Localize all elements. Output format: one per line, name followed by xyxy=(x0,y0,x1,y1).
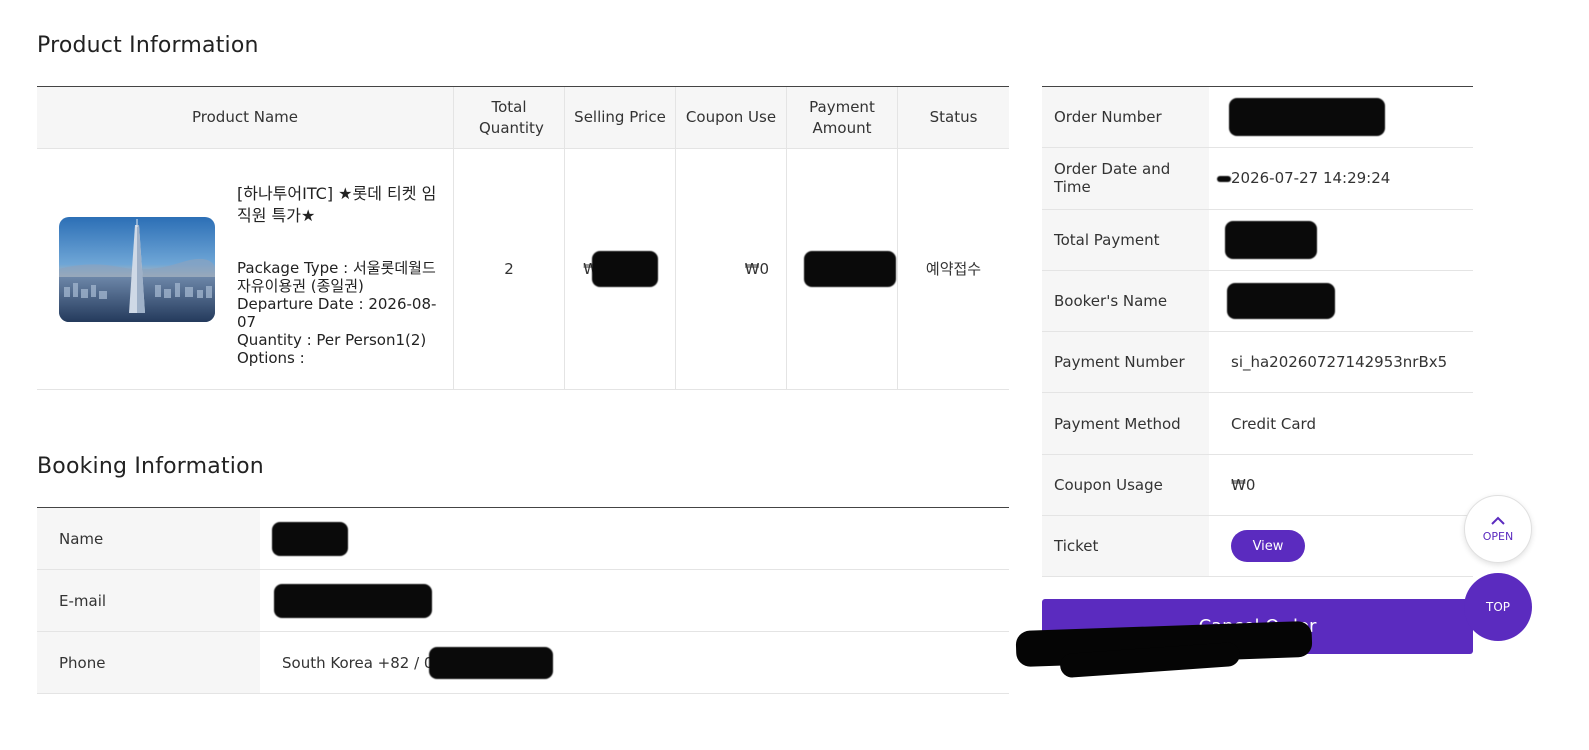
booking-label-name: Name xyxy=(37,508,260,569)
total-quantity-value: 2 xyxy=(453,149,564,389)
redacted-phone xyxy=(429,646,554,679)
product-table-header: Product Name Total Quantity Selling Pric… xyxy=(37,87,1009,149)
order-label-number: Order Number xyxy=(1042,87,1209,148)
product-details: Package Type : 서울롯데월드 자유이용권 (종일권) Depart… xyxy=(237,259,437,367)
booking-label-phone: Phone xyxy=(37,632,260,693)
package-type: Package Type : 서울롯데월드 자유이용권 (종일권) xyxy=(237,259,436,295)
order-label-total-payment: Total Payment xyxy=(1042,209,1209,270)
lotte-tower-image xyxy=(59,217,215,322)
redacted-order-number xyxy=(1229,98,1385,137)
product-name-cell: [하나투어ITC] ★롯데 티켓 임직원 특가★ Package Type : … xyxy=(37,149,453,389)
redacted-total-payment xyxy=(1225,220,1317,259)
order-row-number: Order Number xyxy=(1042,87,1473,149)
order-label-ticket: Ticket xyxy=(1042,516,1209,577)
header-payment-amount: Payment Amount xyxy=(786,87,897,148)
redacted-booker-name xyxy=(1227,283,1335,320)
order-label-coupon-usage: Coupon Usage xyxy=(1042,454,1209,516)
phone-value: South Korea +82 / 0 xyxy=(282,653,434,672)
booking-table: Name E-mail Phone South Korea +82 / 0 xyxy=(37,507,1009,694)
booking-row-email: E-mail xyxy=(37,570,1009,632)
open-button[interactable]: OPEN xyxy=(1464,495,1532,563)
selling-price-value: ₩ xyxy=(564,149,675,389)
order-row-payment-number: Payment Number si_ha20260727142953nrBx5 xyxy=(1042,332,1473,394)
view-ticket-button[interactable]: View xyxy=(1231,530,1305,563)
order-value-coupon-usage: ₩0 xyxy=(1231,475,1256,494)
order-summary-table: Order Number Order Date and Time 2026-07… xyxy=(1042,86,1473,578)
product-info-title: Product Information xyxy=(37,33,259,58)
header-total-quantity-label: Total Quantity xyxy=(479,97,544,137)
product-row: [하나투어ITC] ★롯데 티켓 임직원 특가★ Package Type : … xyxy=(37,149,1009,390)
header-selling-price: Selling Price xyxy=(564,87,675,148)
open-button-label: OPEN xyxy=(1482,529,1514,543)
booking-value-phone: South Korea +82 / 0 xyxy=(260,632,1009,693)
redacted-selling-price xyxy=(592,251,658,287)
order-value-total-payment xyxy=(1209,210,1473,270)
status-value: 예약접수 xyxy=(897,149,1009,389)
coupon-use-value: ₩0 xyxy=(675,149,786,389)
order-row-ticket: Ticket View xyxy=(1042,516,1473,578)
order-label-payment-method: Payment Method xyxy=(1042,393,1209,454)
payment-amount-value xyxy=(786,149,897,389)
order-row-coupon-usage: Coupon Usage ₩0 xyxy=(1042,454,1473,517)
booking-label-email: E-mail xyxy=(37,570,260,631)
options-detail: Options : xyxy=(237,349,305,367)
redacted-datetime-prefix xyxy=(1217,176,1231,183)
scroll-top-button[interactable]: TOP xyxy=(1464,573,1532,641)
header-payment-amount-label: Payment Amount xyxy=(809,97,875,137)
order-value-ticket: View xyxy=(1209,516,1473,576)
header-product-name: Product Name xyxy=(192,108,298,126)
order-label-booker: Booker's Name xyxy=(1042,270,1209,332)
order-row-datetime: Order Date and Time 2026-07-27 14:29:24 xyxy=(1042,148,1473,210)
order-row-payment-method: Payment Method Credit Card xyxy=(1042,393,1473,455)
order-value-payment-method: Credit Card xyxy=(1231,414,1316,433)
header-coupon-use: Coupon Use xyxy=(675,87,786,148)
booking-value-email xyxy=(260,570,1009,631)
booking-row-phone: Phone South Korea +82 / 0 xyxy=(37,632,1009,694)
order-datetime: 2026-07-27 14:29:24 xyxy=(1231,169,1391,188)
order-value-payment-number: si_ha20260727142953nrBx5 xyxy=(1231,353,1448,372)
booking-row-name: Name xyxy=(37,508,1009,570)
booking-value-name xyxy=(260,508,1009,569)
order-value-number xyxy=(1209,87,1473,147)
departure-date: Departure Date : 2026-08-07 xyxy=(237,295,437,331)
order-row-booker: Booker's Name xyxy=(1042,270,1473,333)
order-row-total-payment: Total Payment xyxy=(1042,209,1473,271)
chevron-up-icon xyxy=(1491,516,1505,525)
quantity-detail: Quantity : Per Person1(2) xyxy=(237,331,427,349)
redacted-payment-amount xyxy=(804,251,896,287)
booking-info-title: Booking Information xyxy=(37,454,264,479)
product-thumbnail[interactable] xyxy=(59,217,215,322)
product-title[interactable]: [하나투어ITC] ★롯데 티켓 임직원 특가★ xyxy=(237,183,437,227)
order-label-datetime: Order Date and Time xyxy=(1042,148,1209,209)
header-total-quantity: Total Quantity xyxy=(453,87,564,148)
order-value-datetime: 2026-07-27 14:29:24 xyxy=(1209,148,1473,208)
redacted-name xyxy=(272,521,348,556)
order-value-booker xyxy=(1209,271,1473,331)
redacted-email xyxy=(274,583,432,618)
header-status: Status xyxy=(897,87,1009,148)
product-table: Product Name Total Quantity Selling Pric… xyxy=(37,86,1009,390)
order-label-payment-number: Payment Number xyxy=(1042,332,1209,393)
